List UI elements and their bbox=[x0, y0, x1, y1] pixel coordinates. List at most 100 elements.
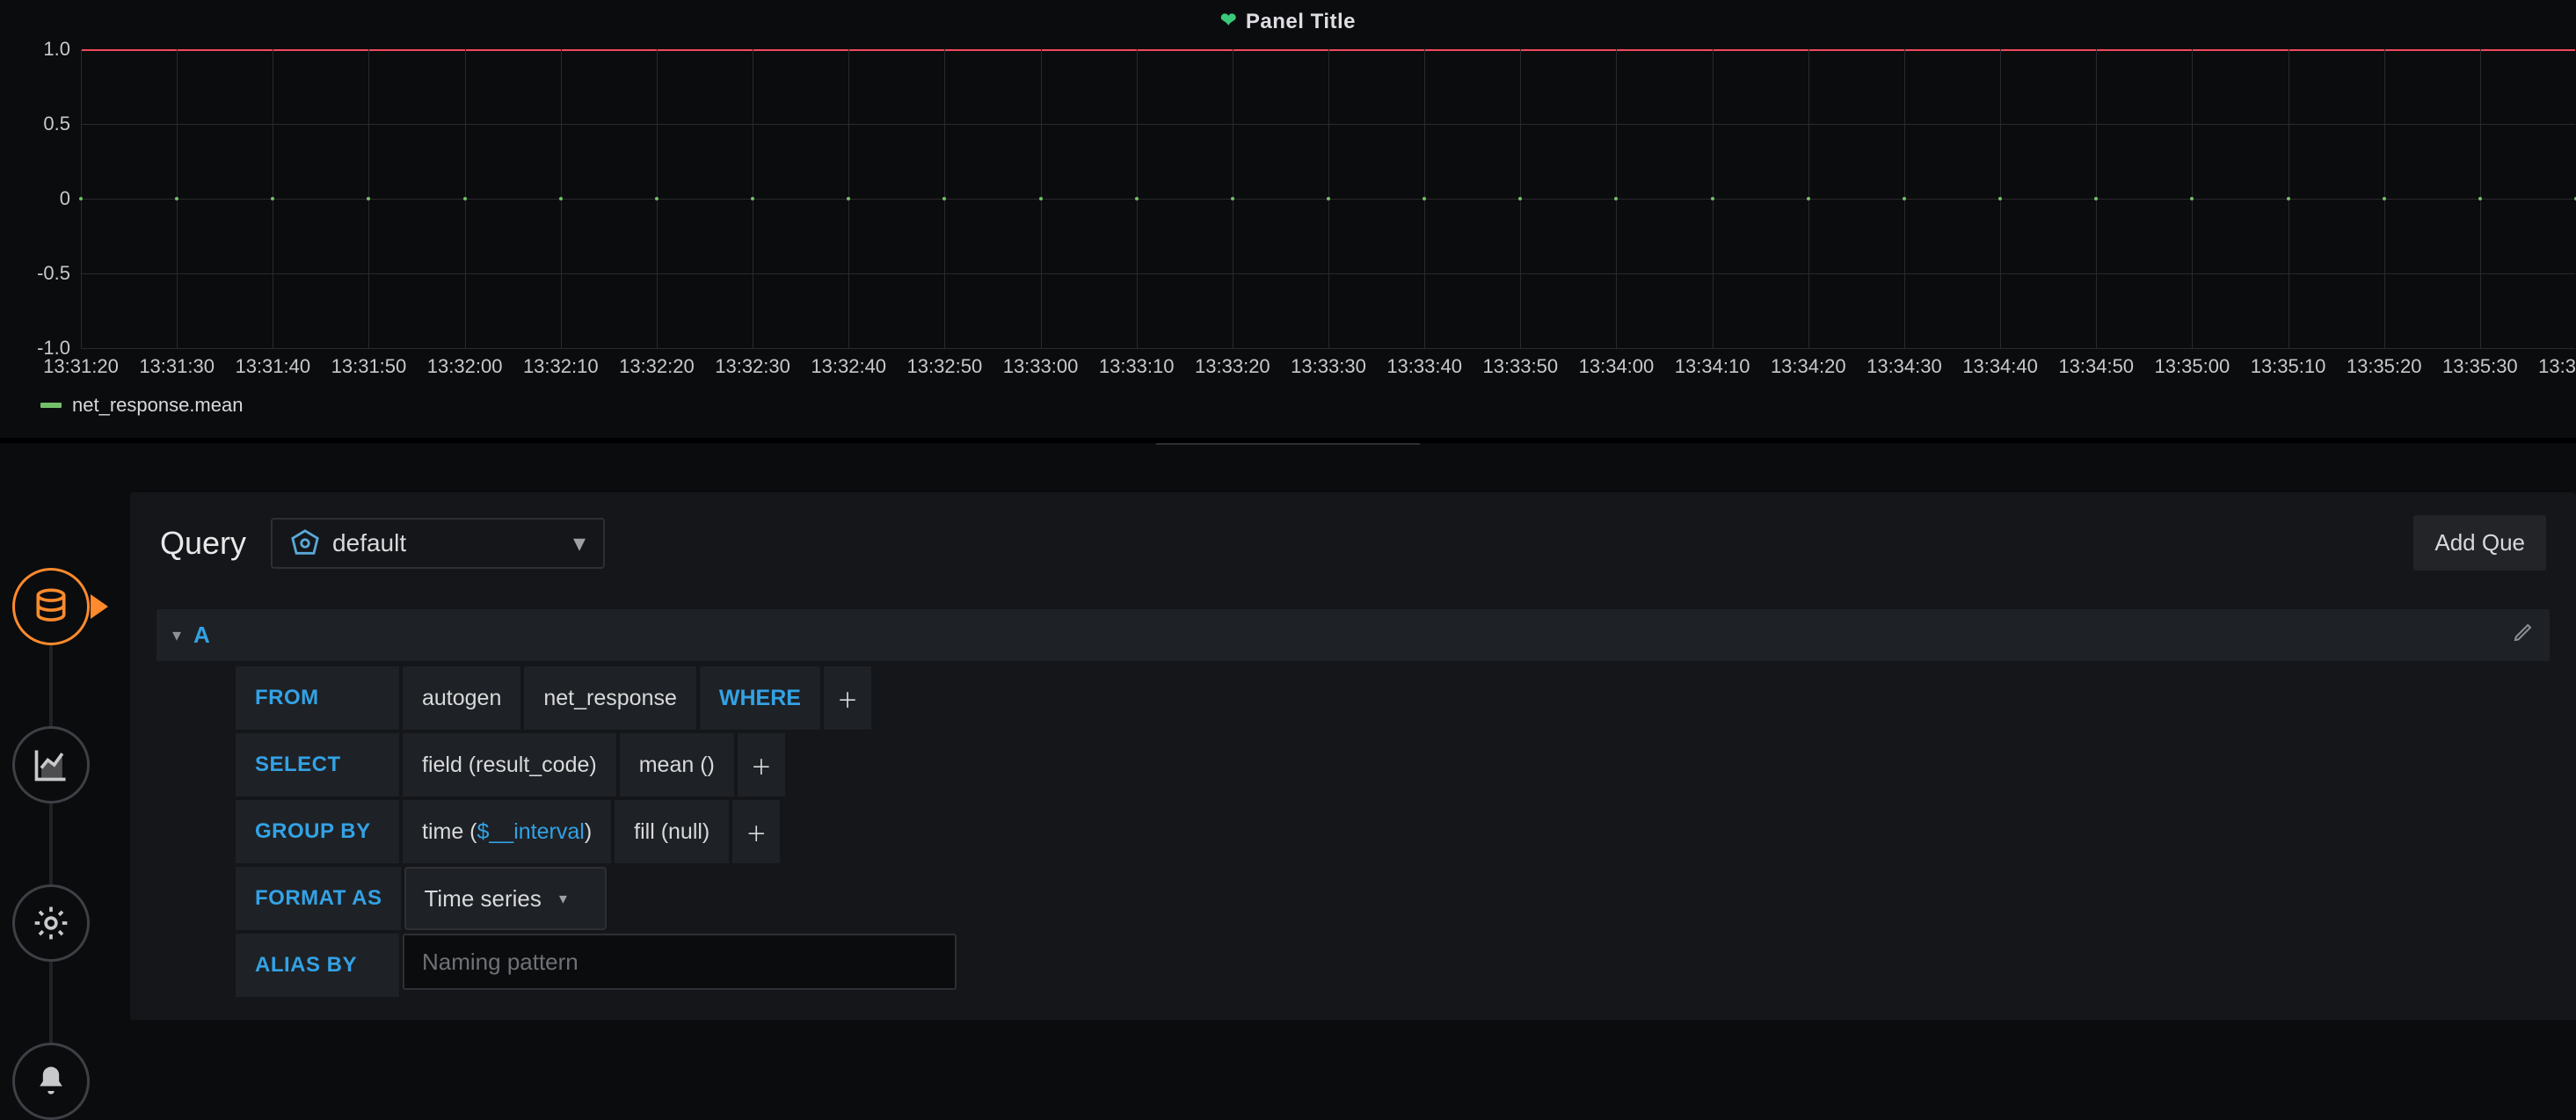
formatas-select[interactable]: Time series ▾ bbox=[404, 867, 607, 930]
chart-data-point bbox=[847, 197, 850, 200]
x-tick-label: 13:33:10 bbox=[1099, 355, 1175, 378]
query-row-header[interactable]: ▾ A bbox=[156, 609, 2550, 661]
x-tick-label: 13:34:10 bbox=[1675, 355, 1750, 378]
x-tick-label: 13:34:00 bbox=[1579, 355, 1655, 378]
chart-data-point bbox=[1231, 197, 1234, 200]
chart-data-point bbox=[942, 197, 946, 200]
x-tick-label: 13:31:30 bbox=[139, 355, 215, 378]
formatas-keyword: FORMAT AS bbox=[236, 867, 401, 930]
x-tick-label: 13:33:00 bbox=[1003, 355, 1079, 378]
chart-data-point bbox=[2094, 197, 2098, 200]
chart-data-point bbox=[1039, 197, 1043, 200]
x-tick-label: 13:34:50 bbox=[2058, 355, 2134, 378]
datasource-name: default bbox=[332, 529, 406, 557]
from-policy-segment[interactable]: autogen bbox=[403, 666, 520, 730]
alerts-tab[interactable] bbox=[12, 1043, 90, 1120]
aliasby-placeholder: Naming pattern bbox=[422, 949, 579, 976]
chart-legend[interactable]: net_response.mean bbox=[40, 394, 243, 417]
chart-data-point bbox=[2478, 197, 2482, 200]
chart-data-point bbox=[1903, 197, 1906, 200]
x-tick-label: 13:35:00 bbox=[2155, 355, 2230, 378]
x-tick-label: 13:35:40 bbox=[2538, 355, 2576, 378]
x-tick-label: 13:32:20 bbox=[619, 355, 695, 378]
chevron-down-icon: ▾ bbox=[573, 528, 586, 557]
chart-data-point bbox=[1614, 197, 1618, 200]
editor-side-nav bbox=[12, 568, 90, 1120]
chart-data-point bbox=[1423, 197, 1426, 200]
chart-plot-area[interactable] bbox=[81, 49, 2575, 348]
x-tick-label: 13:32:30 bbox=[715, 355, 790, 378]
chart-data-point bbox=[367, 197, 370, 200]
visualization-tab[interactable] bbox=[12, 726, 90, 804]
x-tick-label: 13:31:20 bbox=[43, 355, 119, 378]
x-tick-label: 13:33:40 bbox=[1386, 355, 1462, 378]
where-add-button[interactable]: ＋ bbox=[824, 666, 871, 730]
x-tick-label: 13:33:50 bbox=[1482, 355, 1558, 378]
x-tick-label: 13:34:20 bbox=[1771, 355, 1846, 378]
aliasby-keyword: ALIAS BY bbox=[236, 934, 399, 997]
chart-data-point bbox=[1518, 197, 1522, 200]
datasource-picker[interactable]: default ▾ bbox=[271, 518, 605, 569]
heart-icon: ❤ bbox=[1220, 9, 1237, 31]
select-add-button[interactable]: ＋ bbox=[738, 733, 785, 796]
x-tick-label: 13:34:40 bbox=[1962, 355, 2038, 378]
chart-data-point bbox=[1711, 197, 1714, 200]
from-row: FROM autogen net_response WHERE ＋ bbox=[236, 666, 2550, 730]
query-builder: FROM autogen net_response WHERE ＋ SELECT… bbox=[236, 666, 2550, 997]
section-gap bbox=[130, 1020, 2576, 1055]
groupby-fill-segment[interactable]: fill (null) bbox=[615, 800, 729, 863]
groupby-keyword: GROUP BY bbox=[236, 800, 399, 863]
general-tab[interactable] bbox=[12, 884, 90, 962]
panel-title: Panel Title bbox=[1246, 10, 1356, 33]
select-field-segment[interactable]: field (result_code) bbox=[403, 733, 616, 796]
groupby-time-segment[interactable]: time ($__interval) bbox=[403, 800, 611, 863]
select-row: SELECT field (result_code) mean () ＋ bbox=[236, 733, 2550, 796]
formatas-value: Time series bbox=[424, 885, 541, 913]
chart-data-point bbox=[2190, 197, 2194, 200]
chart-data-point bbox=[559, 197, 563, 200]
legend-swatch bbox=[40, 403, 62, 408]
query-heading: Query bbox=[160, 525, 246, 562]
database-icon bbox=[32, 587, 70, 626]
chart-data-point bbox=[79, 197, 83, 200]
toggle-text-mode-button[interactable] bbox=[2513, 622, 2534, 649]
chart-data-point bbox=[175, 197, 178, 200]
x-tick-label: 13:32:10 bbox=[523, 355, 599, 378]
where-keyword: WHERE bbox=[700, 666, 820, 730]
query-header: Query default ▾ Add Que bbox=[130, 492, 2576, 593]
chart-panel: 1.00.50-0.5-1.0 13:31:20 13:31:30 13:31:40… bbox=[9, 49, 2576, 410]
select-aggregation-segment[interactable]: mean () bbox=[620, 733, 734, 796]
panel-separator bbox=[0, 438, 2576, 443]
x-tick-label: 13:32:40 bbox=[811, 355, 886, 378]
bell-icon bbox=[32, 1062, 70, 1101]
chart-y-axis: 1.00.50-0.5-1.0 bbox=[9, 49, 76, 348]
pencil-icon bbox=[2513, 622, 2534, 643]
chart-x-axis: 13:31:2013:31:3013:31:4013:31:5013:32:00… bbox=[81, 355, 2575, 387]
x-tick-label: 13:35:30 bbox=[2442, 355, 2518, 378]
chart-data-point bbox=[751, 197, 754, 200]
formatas-row: FORMAT AS Time series ▾ bbox=[236, 867, 2550, 930]
x-tick-label: 13:32:00 bbox=[427, 355, 503, 378]
groupby-add-button[interactable]: ＋ bbox=[732, 800, 780, 863]
x-tick-label: 13:35:10 bbox=[2251, 355, 2326, 378]
x-tick-label: 13:31:40 bbox=[235, 355, 310, 378]
aliasby-row: ALIAS BY Naming pattern bbox=[236, 934, 2550, 997]
groupby-row: GROUP BY time ($__interval) fill (null) … bbox=[236, 800, 2550, 863]
influxdb-icon bbox=[290, 528, 320, 558]
chart-data-point bbox=[1135, 197, 1139, 200]
add-query-label: Add Que bbox=[2434, 529, 2525, 556]
from-measurement-segment[interactable]: net_response bbox=[524, 666, 696, 730]
queries-tab[interactable] bbox=[12, 568, 90, 645]
collapse-caret-icon[interactable]: ▾ bbox=[172, 624, 181, 646]
x-tick-label: 13:32:50 bbox=[907, 355, 983, 378]
chart-data-point bbox=[463, 197, 467, 200]
x-tick-label: 13:33:20 bbox=[1195, 355, 1270, 378]
from-keyword: FROM bbox=[236, 666, 399, 730]
aliasby-input[interactable]: Naming pattern bbox=[403, 934, 957, 990]
query-letter: A bbox=[193, 622, 210, 649]
panel-title-row[interactable]: ❤ Panel Title bbox=[0, 9, 2576, 34]
add-query-button[interactable]: Add Que bbox=[2413, 515, 2546, 571]
x-tick-label: 13:31:50 bbox=[331, 355, 407, 378]
chart-data-point bbox=[271, 197, 274, 200]
gear-icon bbox=[32, 904, 70, 942]
